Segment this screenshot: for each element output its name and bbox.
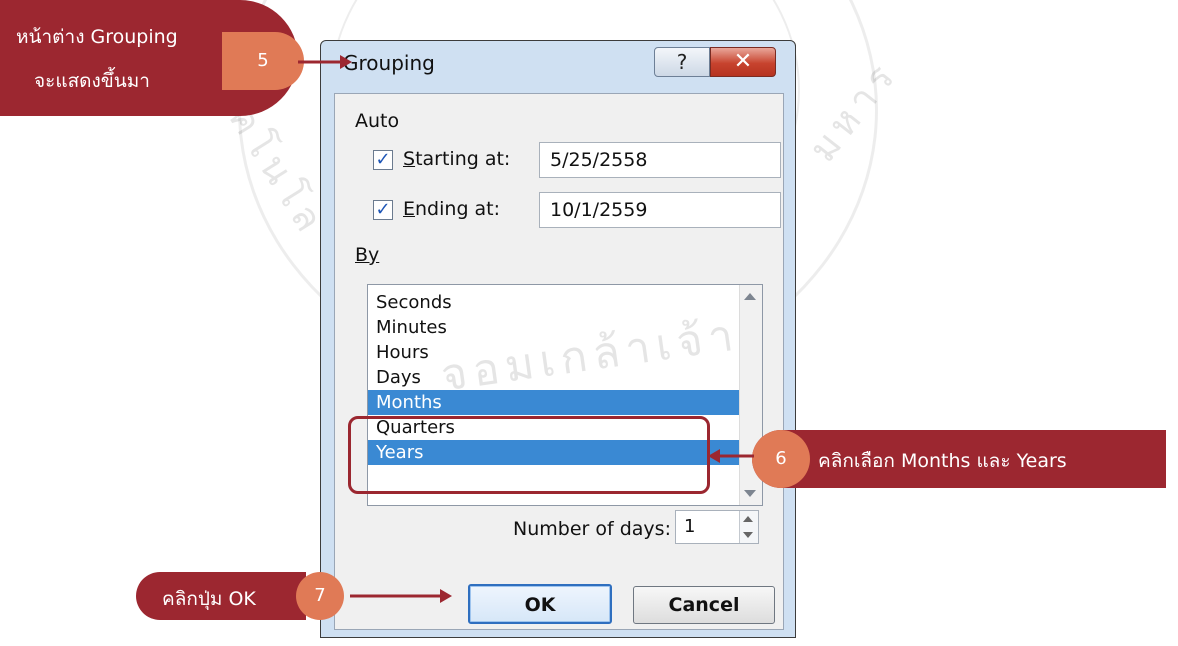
starting-at-checkbox[interactable]: ✓ — [373, 150, 393, 170]
callout-step5-line1: หน้าต่าง Grouping — [16, 26, 178, 48]
step6-number-badge: 6 — [752, 430, 810, 488]
step5-arrow-icon — [298, 55, 352, 69]
callout-step5-line2: จะแสดงขึ้นมา — [34, 70, 150, 92]
stepper-down-icon[interactable] — [743, 532, 753, 538]
callout-step6-text: คลิกเลือก Months และ Years — [818, 450, 1067, 472]
starting-at-label-rest: tarting at: — [415, 148, 511, 170]
by-section-label: By — [355, 244, 380, 266]
callout-step7-text: คลิกปุ่ม OK — [162, 588, 256, 610]
close-icon: ✕ — [733, 49, 753, 74]
scroll-up-icon[interactable] — [744, 293, 756, 300]
close-button[interactable]: ✕ — [710, 47, 776, 77]
step7-number-badge: 7 — [296, 572, 344, 620]
auto-section-label: Auto — [355, 110, 400, 132]
dialog-title: Grouping — [343, 51, 435, 75]
stepper-up-icon[interactable] — [743, 516, 753, 522]
ending-at-label: Ending at: — [403, 198, 501, 220]
help-icon: ? — [676, 50, 688, 74]
starting-at-label: Starting at: — [403, 148, 511, 170]
step7-arrow-icon — [350, 589, 452, 603]
callout-step7: คลิกปุ่ม OK — [136, 572, 306, 620]
scroll-down-icon[interactable] — [744, 490, 756, 497]
step5-number-badge: 5 — [222, 32, 304, 90]
number-of-days-value: 1 — [684, 516, 696, 537]
ending-at-label-rest: nding at: — [415, 198, 501, 220]
ok-button[interactable]: OK — [468, 584, 612, 624]
callout-step6: 6 คลิกเลือก Months และ Years — [752, 430, 1166, 488]
years-highlight-box — [348, 416, 710, 494]
help-button[interactable]: ? — [654, 47, 710, 77]
stepper-buttons[interactable] — [739, 511, 758, 543]
starting-at-input[interactable]: 5/25/2558 — [539, 142, 781, 178]
number-of-days-stepper[interactable]: 1 — [675, 510, 759, 544]
number-of-days-label: Number of days: — [513, 518, 671, 540]
cancel-button[interactable]: Cancel — [633, 586, 775, 624]
step6-arrow-icon — [708, 449, 754, 463]
ending-at-input[interactable]: 10/1/2559 — [539, 192, 781, 228]
ending-at-checkbox[interactable]: ✓ — [373, 200, 393, 220]
